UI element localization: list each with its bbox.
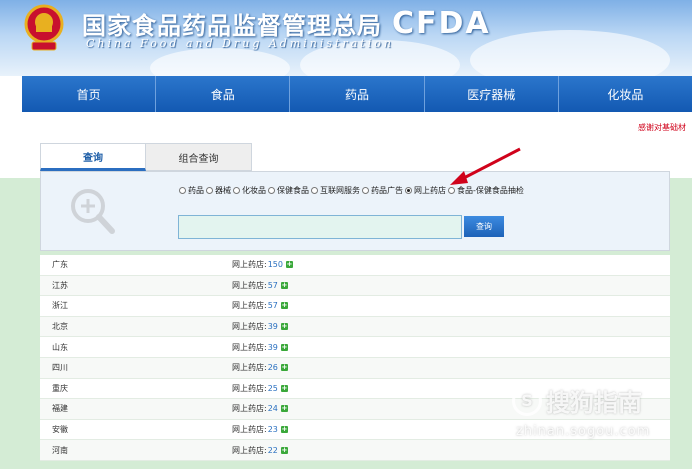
expand-plus-icon[interactable]: +: [280, 446, 288, 454]
row-label: 网上药店:: [232, 280, 267, 290]
search-input[interactable]: [178, 215, 462, 239]
row-label: 网上药店:: [232, 260, 267, 270]
radio-internet-service[interactable]: 互联网服务: [311, 185, 360, 196]
page-root: 国家食品药品监督管理总局 China Food and Drug Adminis…: [0, 0, 692, 469]
watermark-name: 搜狗指南: [546, 389, 642, 417]
expand-plus-icon[interactable]: +: [280, 384, 288, 392]
radio-label: 药品广告: [371, 186, 403, 195]
search-button[interactable]: 查询: [464, 216, 504, 237]
province-name: 安徽: [52, 425, 68, 435]
province-name: 重庆: [52, 383, 68, 393]
store-count-link[interactable]: 57: [268, 301, 278, 310]
table-row: 河南 网上药店: 22 +: [40, 440, 670, 461]
nav-item-medical-devices[interactable]: 医疗器械: [425, 76, 559, 112]
radio-circle-icon[interactable]: [362, 187, 369, 194]
sogou-logo-icon: S: [512, 385, 542, 416]
store-count-link[interactable]: 39: [268, 343, 278, 352]
province-name: 江苏: [52, 280, 68, 290]
radio-devices[interactable]: 器械: [206, 185, 231, 196]
query-tabs: 查询 组合查询: [40, 143, 252, 171]
site-subtitle: China Food and Drug Administration: [86, 37, 394, 50]
row-label: 网上药店:: [232, 404, 267, 414]
store-count-link[interactable]: 150: [268, 260, 283, 269]
row-label: 网上药店:: [232, 322, 267, 332]
radio-drugs[interactable]: 药品: [179, 185, 204, 196]
expand-plus-icon[interactable]: +: [280, 323, 288, 331]
row-label: 网上药店:: [232, 425, 267, 435]
radio-circle-icon[interactable]: [268, 187, 275, 194]
nav-item-home[interactable]: 首页: [22, 76, 157, 112]
radio-circle-icon[interactable]: [233, 187, 240, 194]
row-label: 网上药店:: [232, 342, 267, 352]
table-row: 浙江 网上药店: 57 +: [40, 296, 670, 317]
radio-cosmetics[interactable]: 化妆品: [233, 185, 266, 196]
province-name: 北京: [52, 322, 68, 332]
store-count-link[interactable]: 22: [268, 446, 278, 455]
table-row: 山东 网上药店: 39 +: [40, 337, 670, 358]
radio-health-food[interactable]: 保健食品: [268, 185, 309, 196]
expand-plus-icon[interactable]: +: [280, 426, 288, 434]
radio-label: 化妆品: [242, 186, 266, 195]
site-title: 国家食品药品监督管理总局: [82, 11, 382, 40]
radio-circle-checked-icon[interactable]: [405, 187, 412, 194]
table-row: 四川 网上药店: 26 +: [40, 357, 670, 379]
nav-item-drugs[interactable]: 药品: [290, 76, 425, 112]
thanks-link[interactable]: 感谢对基础材: [638, 122, 686, 133]
province-name: 浙江: [52, 301, 68, 311]
site-header: 国家食品药品监督管理总局 China Food and Drug Adminis…: [0, 0, 692, 76]
store-count-link[interactable]: 26: [268, 363, 278, 372]
province-name: 山东: [52, 342, 68, 352]
tab-combined-query[interactable]: 组合查询: [146, 143, 252, 171]
store-count-link[interactable]: 25: [268, 384, 278, 393]
expand-plus-icon[interactable]: +: [280, 302, 288, 310]
expand-plus-icon[interactable]: +: [285, 261, 293, 269]
tab-query[interactable]: 查询: [40, 143, 146, 171]
magnifier-icon: [71, 189, 115, 234]
province-name: 河南: [52, 445, 68, 455]
province-name: 广东: [52, 260, 68, 270]
radio-drug-ads[interactable]: 药品广告: [362, 185, 403, 196]
cfda-logo: CFDA: [392, 6, 491, 41]
province-name: 四川: [52, 363, 68, 373]
radio-label: 药品: [188, 186, 204, 195]
store-count-link[interactable]: 24: [268, 404, 278, 413]
radio-circle-icon[interactable]: [311, 187, 318, 194]
watermark-url: zhinan.sogou.com: [516, 424, 651, 439]
radio-label: 保健食品: [277, 186, 309, 195]
radio-label: 器械: [215, 186, 231, 195]
expand-plus-icon[interactable]: +: [280, 281, 288, 289]
radio-label: 互联网服务: [320, 186, 360, 195]
table-row: 广东 网上药店: 150 +: [40, 255, 670, 276]
national-emblem-icon: [24, 4, 64, 51]
row-label: 网上药店:: [232, 383, 267, 393]
search-panel: 药品 器械 化妆品 保健食品 互联网服务 药品广告 网上药店 食品-保健食品抽检…: [40, 171, 670, 251]
row-label: 网上药店:: [232, 301, 267, 311]
store-count-link[interactable]: 23: [268, 425, 278, 434]
store-count-link[interactable]: 39: [268, 322, 278, 331]
expand-plus-icon[interactable]: +: [280, 343, 288, 351]
province-name: 福建: [52, 404, 68, 414]
watermark-logo: S 搜狗指南: [512, 383, 642, 418]
nav-item-food[interactable]: 食品: [156, 76, 291, 112]
expand-plus-icon[interactable]: +: [280, 405, 288, 413]
table-row: 江苏 网上药店: 57 +: [40, 275, 670, 297]
nav-item-cosmetics[interactable]: 化妆品: [559, 76, 692, 112]
store-count-link[interactable]: 57: [268, 281, 278, 290]
radio-circle-icon[interactable]: [206, 187, 213, 194]
radio-circle-icon[interactable]: [179, 187, 186, 194]
main-nav: 首页 食品 药品 医疗器械 化妆品: [22, 76, 692, 112]
annotation-arrow-icon: [450, 147, 521, 185]
expand-plus-icon[interactable]: +: [280, 364, 288, 372]
row-label: 网上药店:: [232, 445, 267, 455]
row-label: 网上药店:: [232, 363, 267, 373]
table-row: 北京 网上药店: 39 +: [40, 316, 670, 338]
